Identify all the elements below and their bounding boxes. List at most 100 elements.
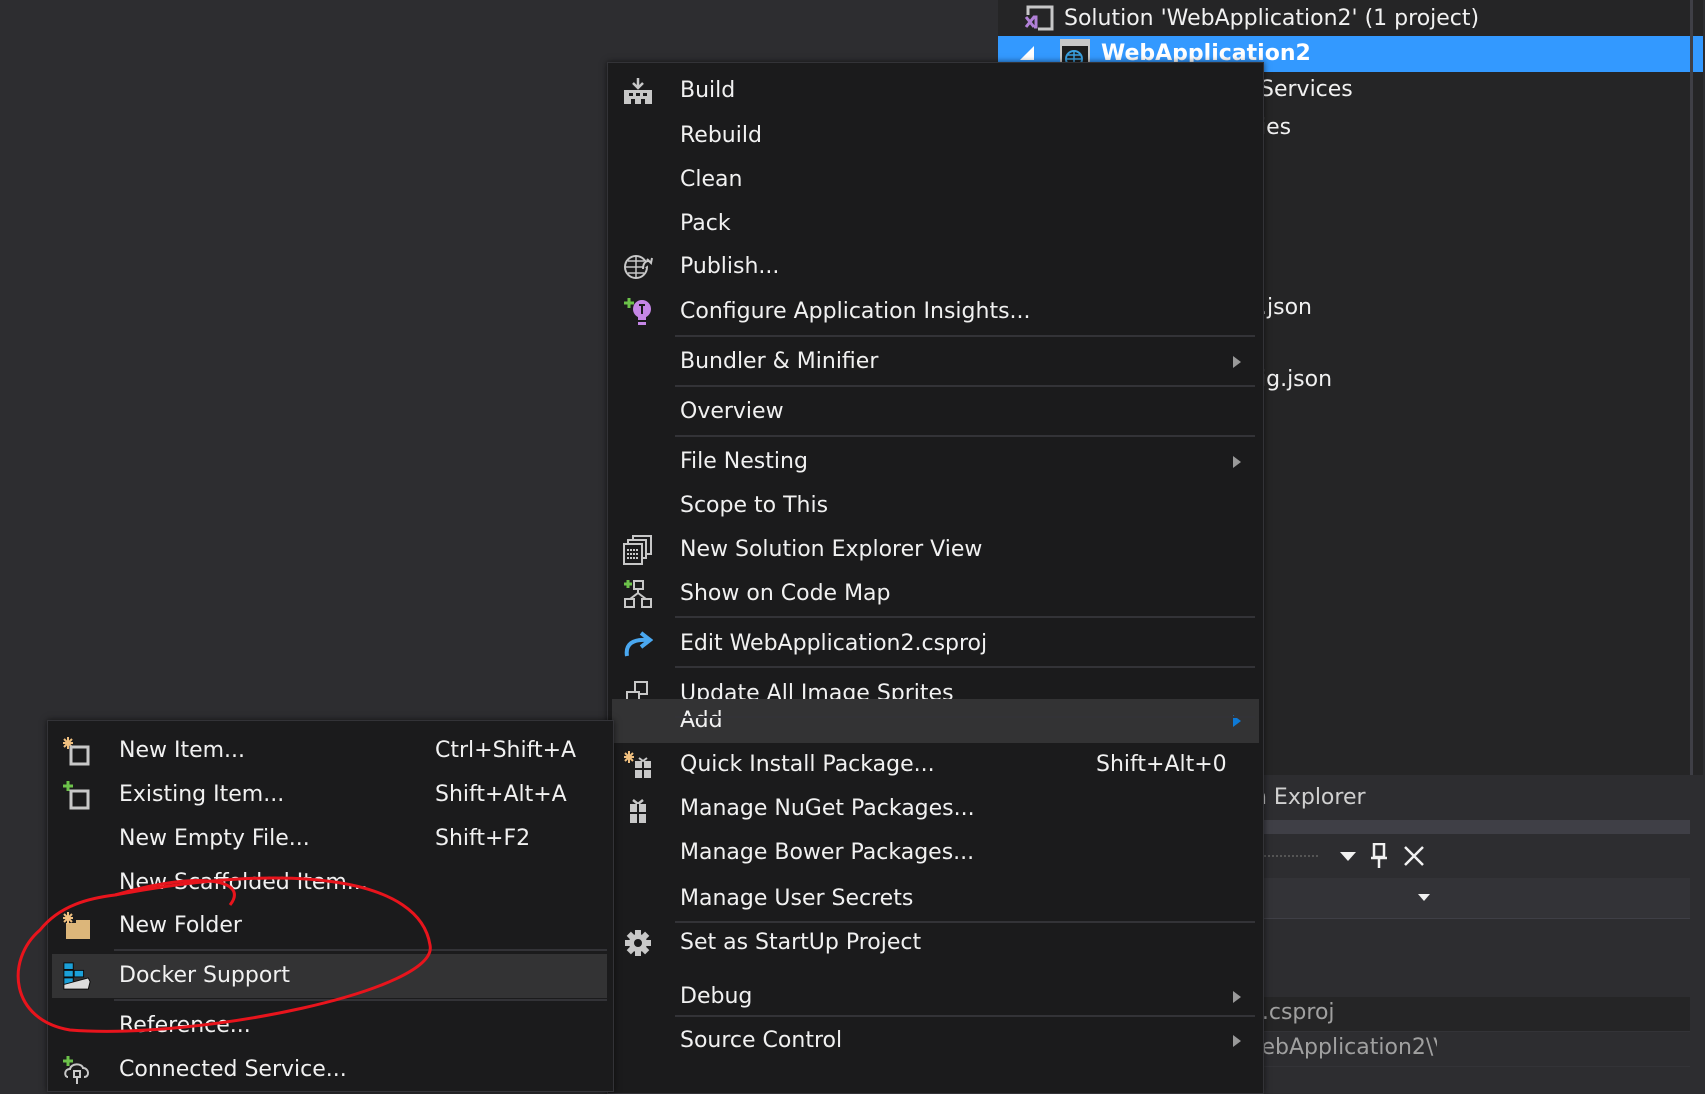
menu-item-manage-nuget-packages[interactable]: Manage NuGet Packages...: [608, 787, 1263, 831]
add-menu-item-reference[interactable]: Reference...: [48, 1004, 613, 1048]
window-menu-chevron-icon[interactable]: [1340, 852, 1356, 861]
menu-item-label: Existing Item...: [119, 782, 285, 807]
menu-item-label: Publish...: [680, 254, 780, 279]
close-icon[interactable]: [1403, 845, 1425, 867]
expand-arrow-icon[interactable]: [1020, 46, 1034, 60]
menu-item-add[interactable]: Add: [612, 699, 1259, 743]
menu-item-label: Connected Service...: [119, 1057, 347, 1082]
add-menu-item-new-scaffolded-item[interactable]: New Scaffolded Item...: [48, 861, 613, 905]
menu-separator: [114, 999, 607, 1001]
tree-item-label: Services: [1260, 77, 1353, 102]
menu-item-label: New Empty File...: [119, 826, 310, 851]
tree-item-label: ies: [1260, 115, 1292, 140]
menu-item-file-nesting[interactable]: File Nesting: [608, 440, 1263, 484]
project-context-menu: Build Rebuild Clean Pack Publish... Configure…: [607, 62, 1264, 1094]
menu-separator: [675, 666, 1255, 668]
menu-item-label: New Solution Explorer View: [680, 537, 983, 562]
menu-item-scope-to-this[interactable]: Scope to This: [608, 484, 1263, 528]
new-item-icon: [62, 737, 92, 766]
add-menu-item-connected-service[interactable]: Connected Service...: [48, 1048, 613, 1092]
menu-item-label: Clean: [680, 167, 743, 192]
submenu-arrow-icon: [1233, 1035, 1241, 1047]
panel-border: [1690, 0, 1693, 775]
menu-item-label: Manage NuGet Packages...: [680, 796, 975, 821]
shortcut-label: Shift+Alt+0: [1096, 752, 1227, 777]
publish-globe-icon: [623, 253, 653, 281]
menu-item-label: Edit WebApplication2.csproj: [680, 631, 988, 656]
shortcut-label: Shift+F2: [435, 826, 531, 851]
submenu-arrow-icon: [1233, 456, 1241, 468]
add-menu-item-new-empty-file[interactable]: New Empty File... Shift+F2: [48, 817, 613, 861]
shortcut-label: Shift+Alt+A: [435, 782, 567, 807]
menu-item-pack[interactable]: Pack: [608, 202, 1263, 246]
menu-item-overview[interactable]: Overview: [608, 390, 1263, 434]
menu-separator: [675, 335, 1255, 337]
docker-icon: [62, 962, 92, 990]
menu-item-rebuild[interactable]: Rebuild: [608, 114, 1263, 158]
nuget-icon: [623, 795, 653, 823]
menu-item-show-on-code-map[interactable]: Show on Code Map: [608, 572, 1263, 616]
tree-item-label: .json: [1260, 295, 1312, 320]
menu-item-label: Pack: [680, 211, 731, 236]
pin-icon[interactable]: [1370, 843, 1388, 869]
menu-item-build[interactable]: Build: [608, 69, 1263, 113]
quick-install-icon: [623, 751, 653, 779]
tree-item-solution[interactable]: Solution 'WebApplication2' (1 project): [998, 1, 1703, 37]
menu-item-label: Overview: [680, 399, 784, 424]
menu-separator: [675, 716, 1255, 718]
menu-item-label: Docker Support: [119, 963, 290, 988]
menu-item-publish[interactable]: Publish...: [608, 245, 1263, 289]
add-submenu: New Item... Ctrl+Shift+A Existing Item... S…: [47, 720, 614, 1092]
add-menu-item-docker-support[interactable]: Docker Support: [52, 954, 607, 998]
menu-item-configure-application-insights[interactable]: Configure Application Insights...: [608, 290, 1263, 334]
build-icon: [623, 77, 653, 105]
menu-item-clean[interactable]: Clean: [608, 158, 1263, 202]
menu-item-label: New Item...: [119, 738, 246, 763]
menu-item-label: Build: [680, 78, 736, 103]
menu-item-label: New Folder: [119, 913, 242, 938]
menu-item-bundler-minifier[interactable]: Bundler & Minifier: [608, 340, 1263, 384]
tree-item-label: ig.json: [1260, 367, 1333, 392]
menu-item-edit-webapplication2-csproj[interactable]: Edit WebApplication2.csproj: [608, 622, 1263, 666]
new-folder-icon: [62, 912, 92, 940]
add-menu-item-existing-item[interactable]: Existing Item... Shift+Alt+A: [48, 773, 613, 817]
menu-item-label: New Scaffolded Item...: [119, 870, 368, 895]
menu-item-label: Scope to This: [680, 493, 829, 518]
menu-item-label: Set as StartUp Project: [680, 930, 922, 955]
menu-item-quick-install-package[interactable]: Quick Install Package... Shift+Alt+0: [608, 743, 1263, 787]
solution-explorer-tab[interactable]: n Explorer: [1253, 785, 1366, 810]
menu-item-label: Source Control: [680, 1028, 843, 1053]
menu-item-label: Reference...: [119, 1013, 251, 1038]
edit-redo-icon: [623, 630, 653, 658]
code-map-icon: [623, 580, 653, 608]
menu-item-new-solution-explorer-view[interactable]: New Solution Explorer View: [608, 528, 1263, 572]
menu-separator: [675, 921, 1255, 923]
menu-item-label: Manage User Secrets: [680, 886, 914, 911]
menu-item-label: Debug: [680, 984, 753, 1009]
menu-separator: [675, 1015, 1255, 1017]
menu-item-label: Manage Bower Packages...: [680, 840, 975, 865]
add-menu-item-new-item[interactable]: New Item... Ctrl+Shift+A: [48, 729, 613, 773]
solution-label: Solution 'WebApplication2' (1 project): [1064, 6, 1480, 31]
vs-solution-icon: [1024, 5, 1054, 33]
menu-item-label: Quick Install Package...: [680, 752, 935, 777]
menu-item-source-control[interactable]: Source Control: [608, 1019, 1263, 1063]
menu-item-debug[interactable]: Debug: [608, 975, 1263, 1019]
dropdown-chevron-icon[interactable]: [1418, 894, 1430, 901]
menu-item-label: File Nesting: [680, 449, 808, 474]
menu-separator: [675, 385, 1255, 387]
submenu-arrow-icon: [1233, 991, 1241, 1003]
menu-item-manage-bower-packages[interactable]: Manage Bower Packages...: [608, 831, 1263, 875]
gear-icon: [623, 929, 653, 957]
new-view-icon: [623, 535, 653, 565]
menu-item-label: Show on Code Map: [680, 581, 891, 606]
menu-separator: [114, 949, 607, 951]
menu-separator: [675, 616, 1255, 618]
menu-item-label: Add: [680, 708, 723, 733]
menu-item-set-as-startup-project[interactable]: Set as StartUp Project: [608, 921, 1263, 965]
shortcut-label: Ctrl+Shift+A: [435, 738, 577, 763]
menu-item-manage-user-secrets[interactable]: Manage User Secrets: [608, 877, 1263, 921]
connected-service-icon: [62, 1056, 92, 1084]
add-menu-item-new-folder[interactable]: New Folder: [48, 904, 613, 948]
menu-separator: [675, 435, 1255, 437]
